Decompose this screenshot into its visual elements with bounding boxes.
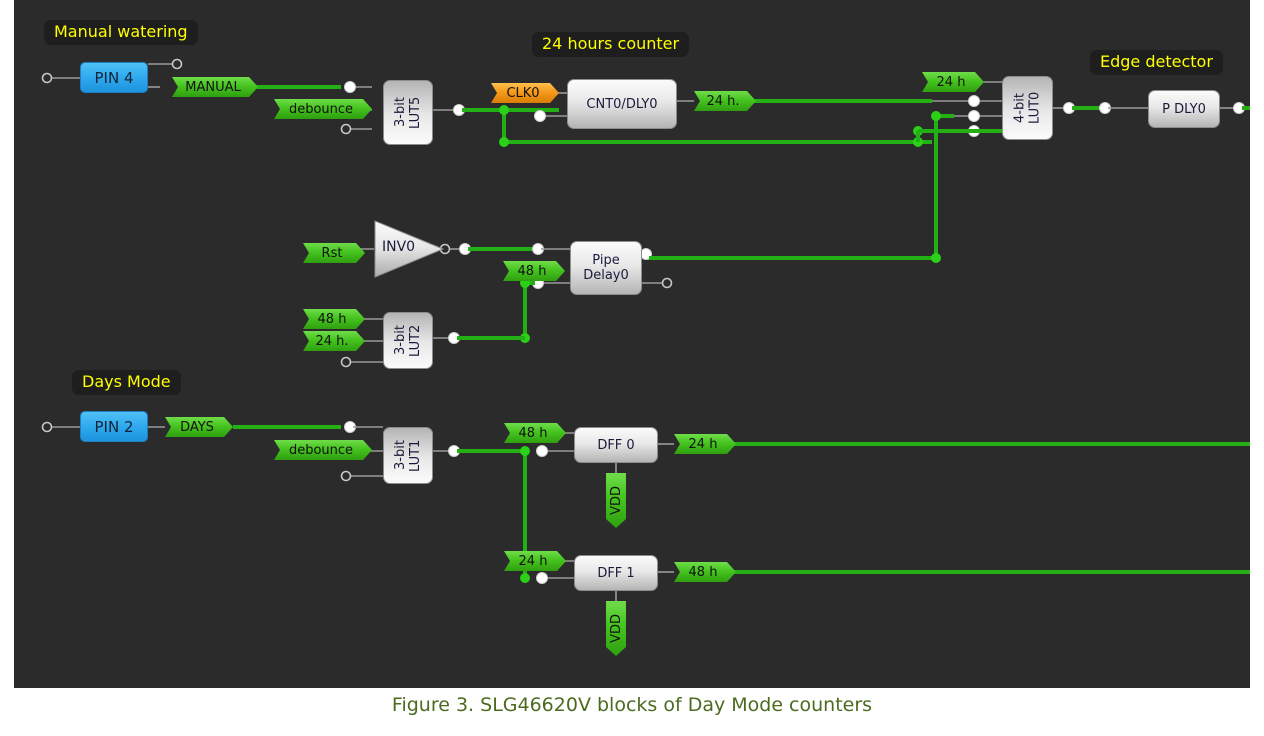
- node-cnt0-in2: [534, 110, 546, 122]
- tag-vdd-dff1-label: VDD: [608, 614, 624, 643]
- tag-48h-dff0-in[interactable]: 48 h: [504, 423, 566, 443]
- node-lut0-in2: [968, 95, 980, 107]
- port-pipe-out2: [661, 277, 673, 289]
- block-lut5-label: 3-bit LUT5: [393, 96, 423, 129]
- tag-24h-lut0-in-label: 24 h: [936, 74, 966, 90]
- schematic-canvas[interactable]: .wg{stroke:#22b014;stroke-width:3;fill:n…: [14, 0, 1250, 688]
- node-dff0-in2: [536, 445, 548, 457]
- tag-vdd-dff0[interactable]: VDD: [606, 473, 626, 528]
- block-pipe-delay0[interactable]: Pipe Delay0: [570, 241, 642, 295]
- port-lut2-in3: [340, 356, 352, 368]
- block-lut2-label: 3-bit LUT2: [393, 324, 423, 357]
- block-dff-1[interactable]: DFF 1: [574, 555, 658, 591]
- tag-24h-dff0-out[interactable]: 24 h: [674, 434, 736, 454]
- tag-manual-label: MANUAL: [185, 79, 241, 95]
- tag-rst[interactable]: Rst: [303, 243, 365, 263]
- tag-24h-lut0-in[interactable]: 24 h: [922, 72, 984, 92]
- figure-page: .wg{stroke:#22b014;stroke-width:3;fill:n…: [0, 0, 1264, 736]
- junction-lut5-branch-top: [499, 105, 509, 115]
- tag-24h-dff1-in[interactable]: 24 h: [504, 551, 566, 571]
- tag-clk0[interactable]: CLK0: [491, 83, 559, 103]
- junction-lut5-branch-bottom: [499, 137, 509, 147]
- block-dff-0[interactable]: DFF 0: [574, 427, 658, 463]
- tag-vdd-dff0-label: VDD: [608, 486, 624, 515]
- tag-vdd-dff1[interactable]: VDD: [606, 601, 626, 656]
- block-inv0[interactable]: INV0: [374, 220, 445, 278]
- block-inv0-label: INV0: [382, 239, 416, 255]
- block-pipe-delay0-label: Pipe Delay0: [583, 253, 629, 283]
- junction-riser-bottom: [931, 253, 941, 263]
- block-lut5[interactable]: 3-bit LUT5: [383, 80, 433, 145]
- block-cnt0-dly0-label: CNT0/DLY0: [586, 96, 658, 112]
- port-pin4-top: [171, 58, 183, 70]
- tag-clk0-label: CLK0: [506, 85, 540, 101]
- junction-riser-top: [931, 111, 941, 121]
- port-pin2-left: [41, 421, 53, 433]
- block-dff-1-label: DFF 1: [597, 565, 635, 581]
- pin-4-block[interactable]: PIN 4: [80, 62, 148, 93]
- tag-debounce-lut5-label: debounce: [288, 101, 354, 117]
- block-p-dly0-label: P DLY0: [1162, 101, 1206, 117]
- section-label-24-hours-counter: 24 hours counter: [532, 32, 690, 57]
- section-label-days-mode: Days Mode: [72, 370, 181, 395]
- tag-48h-lut2-in1-label: 48 h: [317, 311, 347, 327]
- section-label-edge-detector: Edge detector: [1090, 50, 1223, 75]
- node-dff1-in2: [536, 572, 548, 584]
- node-lut5-in1: [344, 81, 356, 93]
- block-lut0[interactable]: 4-bit LUT0: [1002, 76, 1053, 140]
- figure-caption: Figure 3. SLG46620V blocks of Day Mode c…: [391, 694, 873, 716]
- junction-lut1-riser-top: [520, 446, 530, 456]
- tag-48h-dff0-in-label: 48 h: [518, 425, 548, 441]
- tag-debounce-lut1[interactable]: debounce: [274, 440, 372, 460]
- block-lut1-label: 3-bit LUT1: [393, 439, 423, 472]
- block-p-dly0[interactable]: P DLY0: [1148, 90, 1220, 128]
- block-cnt0-dly0[interactable]: CNT0/DLY0: [567, 79, 677, 129]
- block-lut0-label: 4-bit LUT0: [1012, 91, 1043, 125]
- port-lut5-in3: [340, 123, 352, 135]
- tag-48h-lut2-in1[interactable]: 48 h: [303, 309, 365, 329]
- tag-days-label: DAYS: [180, 419, 214, 435]
- pin-2-label: PIN 2: [94, 417, 134, 436]
- port-pin4-left: [41, 72, 53, 84]
- tag-debounce-lut5[interactable]: debounce: [274, 99, 372, 119]
- tag-24h-dff1-in-label: 24 h: [518, 553, 548, 569]
- section-label-manual-watering: Manual watering: [44, 20, 198, 45]
- tag-24h-dff0-out-label: 24 h: [688, 436, 718, 452]
- tag-manual[interactable]: MANUAL: [172, 77, 258, 97]
- tag-48h-dff1-out[interactable]: 48 h: [674, 562, 736, 582]
- pin-4-label: PIN 4: [94, 68, 134, 87]
- tag-24h-cnt0-out-label: 24 h.: [706, 93, 740, 109]
- block-lut2[interactable]: 3-bit LUT2: [383, 312, 433, 369]
- tag-days[interactable]: DAYS: [165, 417, 233, 437]
- tag-48h-pipe[interactable]: 48 h: [503, 261, 565, 281]
- tag-48h-dff1-out-label: 48 h: [688, 564, 718, 580]
- junction-lut1-riser-bottom: [520, 573, 530, 583]
- tag-24h-lut2-in2-label: 24 h.: [315, 333, 349, 349]
- tag-24h-cnt0-out[interactable]: 24 h.: [694, 91, 756, 111]
- tag-48h-pipe-label: 48 h: [517, 263, 547, 279]
- port-lut1-in3: [340, 470, 352, 482]
- pin-2-block[interactable]: PIN 2: [80, 411, 148, 442]
- block-lut1[interactable]: 3-bit LUT1: [383, 427, 433, 484]
- block-dff-0-label: DFF 0: [597, 437, 635, 453]
- tag-rst-label: Rst: [321, 245, 343, 261]
- tag-debounce-lut1-label: debounce: [288, 442, 354, 458]
- node-lut0-in3: [968, 110, 980, 122]
- tag-24h-lut2-in2[interactable]: 24 h.: [303, 331, 365, 351]
